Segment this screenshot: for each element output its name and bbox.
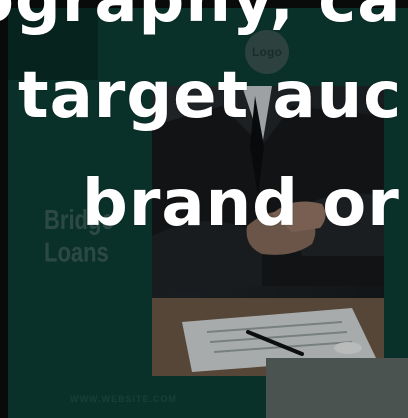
logo-placeholder: Logo [245, 30, 289, 74]
logo-label: Logo [251, 45, 283, 59]
design-card: Logo Bridge Loans WWW.WEBSITE.COM [8, 8, 408, 418]
card-bottom-block [266, 358, 408, 418]
card-title-line-2: Loans [44, 236, 109, 268]
handshake-photo-graphic [152, 86, 384, 376]
design-preview: Logo Bridge Loans WWW.WEBSITE.COM ograph… [0, 0, 408, 418]
card-title-line-1: Bridge [44, 204, 114, 236]
card-title: Bridge Loans [44, 204, 154, 269]
handshake-photo [152, 86, 384, 376]
website-url: WWW.WEBSITE.COM [70, 394, 177, 404]
card-corner-block [8, 8, 98, 80]
